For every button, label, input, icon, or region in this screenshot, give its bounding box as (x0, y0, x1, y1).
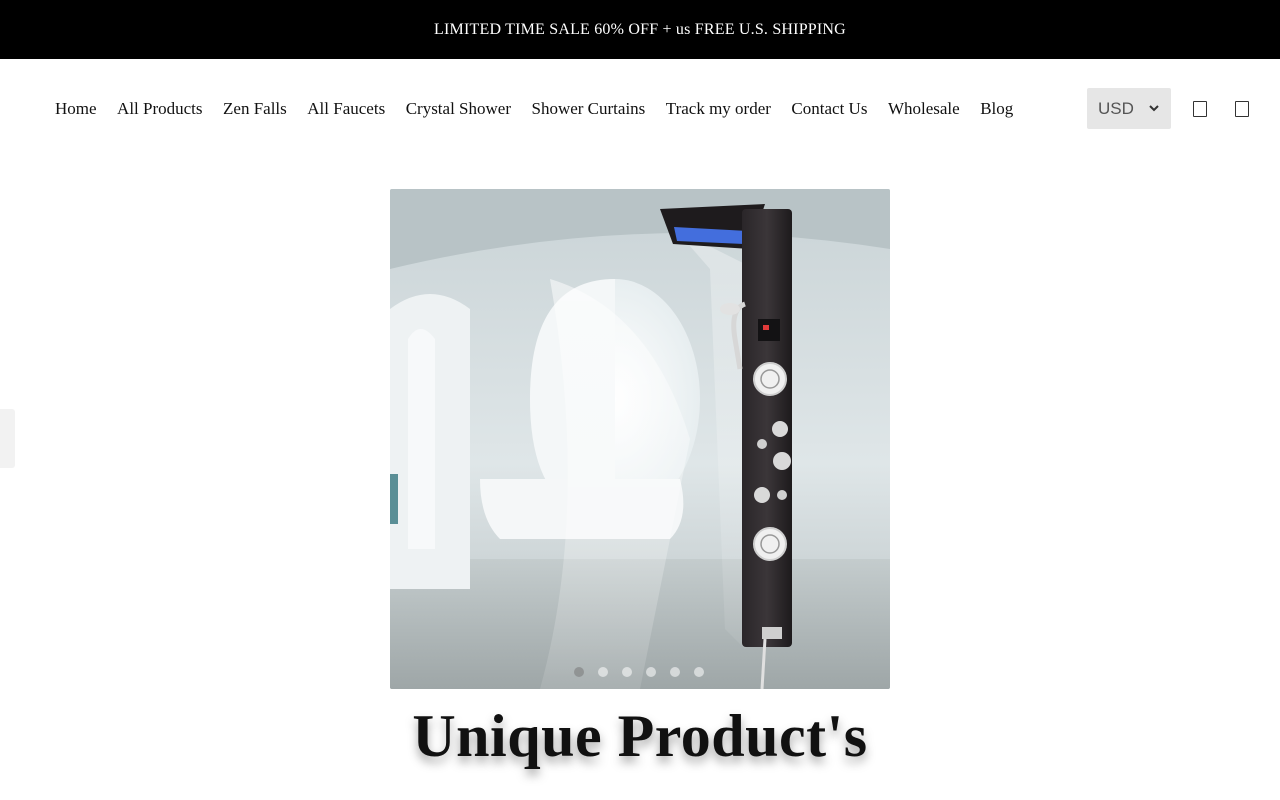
side-tab[interactable] (0, 409, 15, 468)
announcement-bar: LIMITED TIME SALE 60% OFF + us FREE U.S.… (0, 0, 1280, 59)
currency-select[interactable]: USD (1087, 88, 1171, 129)
slider-dots (574, 667, 704, 677)
nav-link-blog[interactable]: Blog (980, 97, 1013, 121)
nav-link-zen-falls[interactable]: Zen Falls (223, 97, 287, 121)
nav-link-track-my-order[interactable]: Track my order (666, 97, 771, 121)
currency-value: USD (1098, 98, 1134, 118)
slider-dot-2[interactable] (598, 667, 608, 677)
product-image-slider[interactable] (390, 189, 890, 689)
nav-link-all-faucets[interactable]: All Faucets (307, 97, 385, 121)
slider-dot-1[interactable] (574, 667, 584, 677)
nav-links: Home All Products Zen Falls All Faucets … (55, 97, 1034, 121)
chevron-down-icon (1149, 105, 1159, 112)
hero-title: Unique Product's (412, 703, 868, 769)
nav-link-wholesale[interactable]: Wholesale (888, 97, 960, 121)
shower-panel-image (390, 189, 890, 689)
nav-link-shower-curtains[interactable]: Shower Curtains (531, 97, 645, 121)
nav-link-contact-us[interactable]: Contact Us (791, 97, 867, 121)
cart-icon[interactable] (1235, 101, 1249, 117)
nav-link-home[interactable]: Home (55, 97, 97, 121)
slider-dot-5[interactable] (670, 667, 680, 677)
search-icon[interactable] (1193, 101, 1207, 117)
slider-dot-3[interactable] (622, 667, 632, 677)
slider-dot-4[interactable] (646, 667, 656, 677)
nav-link-all-products[interactable]: All Products (117, 97, 202, 121)
nav-link-crystal-shower[interactable]: Crystal Shower (406, 97, 511, 121)
announcement-text: LIMITED TIME SALE 60% OFF + us FREE U.S.… (434, 20, 846, 38)
slider-dot-6[interactable] (694, 667, 704, 677)
main-navigation: Home All Products Zen Falls All Faucets … (0, 59, 1280, 159)
